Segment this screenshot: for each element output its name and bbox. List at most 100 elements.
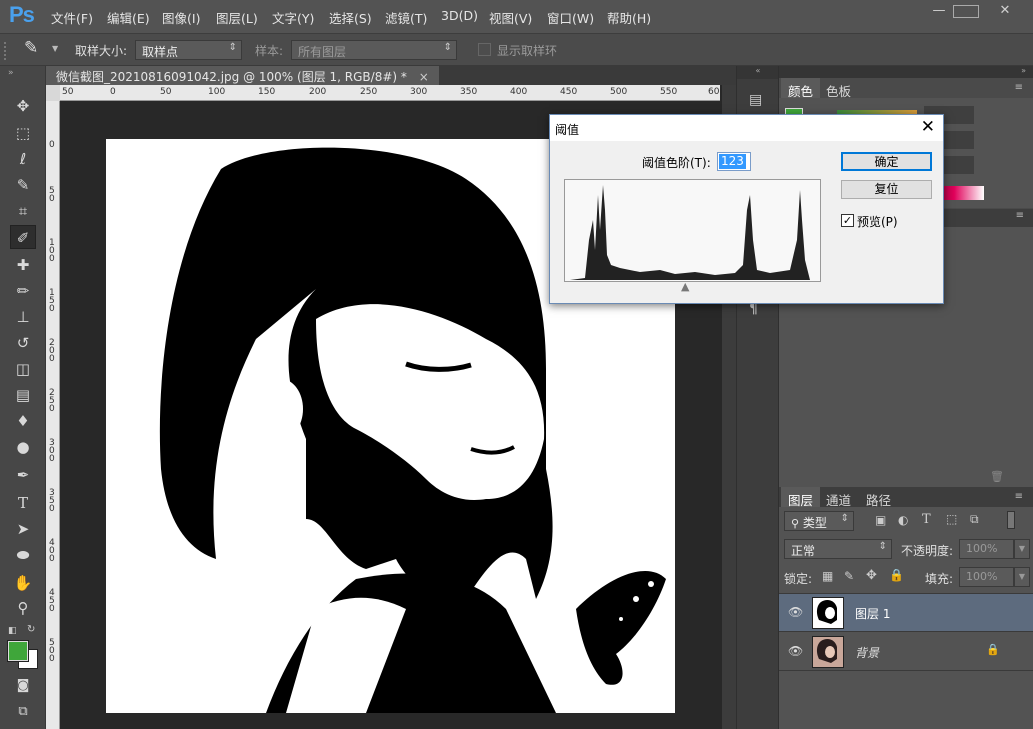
visibility-eye-icon[interactable]: 👁: [788, 605, 803, 619]
fill-value: 100%: [966, 570, 998, 583]
tab-layers[interactable]: 图层: [781, 487, 821, 508]
pen-tool-icon[interactable]: ✒: [10, 463, 36, 487]
clone-stamp-tool-icon[interactable]: ⊥: [10, 305, 36, 329]
healing-brush-tool-icon[interactable]: ✚: [10, 253, 36, 277]
panel-menu-icon[interactable]: ≡: [1016, 210, 1024, 221]
lock-all-icon[interactable]: 🔒: [889, 568, 904, 582]
gradient-tool-icon[interactable]: ▤: [10, 383, 36, 407]
close-document-button[interactable]: ×: [419, 70, 429, 84]
filter-toggle[interactable]: [1007, 511, 1015, 529]
marquee-tool-icon[interactable]: ⬚: [10, 121, 36, 145]
panel-menu-icon[interactable]: ≡: [1015, 491, 1023, 502]
menu-select[interactable]: 选择(S): [329, 8, 372, 27]
trash-icon[interactable]: 🗑: [990, 470, 1004, 483]
preview-label: 预览(P): [857, 215, 898, 229]
blend-mode-select[interactable]: 正常 ⇕: [784, 539, 892, 559]
vertical-ruler: 0 50 100 150 200 250 300 350 400 450 500: [46, 101, 60, 729]
type-tool-icon[interactable]: T: [10, 491, 36, 515]
lock-position-icon[interactable]: ✥: [866, 568, 877, 583]
grip-icon: [4, 42, 8, 60]
filter-shape-icon[interactable]: ⬚: [946, 512, 957, 526]
threshold-level-input[interactable]: 123: [717, 152, 751, 171]
swap-colors-icon[interactable]: ↻: [27, 624, 35, 635]
layer-filter-select[interactable]: ⚲ 类型 ⇕: [784, 511, 854, 531]
menu-window[interactable]: 窗口(W): [547, 8, 594, 27]
preview-checkbox[interactable]: ✓: [841, 214, 854, 227]
select-arrows-icon: ⇕: [878, 541, 887, 552]
lasso-tool-icon[interactable]: ℓ: [10, 147, 36, 171]
blur-tool-icon[interactable]: ♦: [10, 409, 36, 433]
tab-channels[interactable]: 通道: [819, 487, 858, 508]
fill-input[interactable]: 100% ▼: [959, 567, 1030, 587]
fill-dropdown-icon[interactable]: ▼: [1014, 567, 1030, 587]
tab-swatches[interactable]: 色板: [819, 78, 858, 99]
collapse-strip-icon[interactable]: «: [737, 66, 779, 79]
opacity-dropdown-icon[interactable]: ▼: [1014, 539, 1030, 559]
close-window-button[interactable]: ✕: [986, 4, 1024, 19]
visibility-eye-icon[interactable]: 👁: [788, 644, 803, 658]
menu-edit[interactable]: 编辑(E): [107, 8, 150, 27]
tool-preset-chevron-icon[interactable]: ▼: [52, 44, 58, 53]
show-ring-checkbox[interactable]: [478, 43, 491, 56]
document-tab[interactable]: 微信截图_20210816091042.jpg @ 100% (图层 1, RG…: [46, 66, 439, 85]
tab-color[interactable]: 颜色: [781, 78, 821, 99]
menu-view[interactable]: 视图(V): [489, 8, 532, 27]
show-ring-label: 显示取样环: [497, 44, 558, 58]
quick-select-tool-icon[interactable]: ✎: [10, 173, 36, 197]
zoom-tool-icon[interactable]: ⚲: [10, 596, 36, 620]
opacity-input[interactable]: 100% ▼: [959, 539, 1030, 559]
crop-tool-icon[interactable]: ⌗: [10, 199, 36, 223]
layer-name[interactable]: 背景: [855, 644, 879, 661]
foreground-color-swatch[interactable]: [8, 641, 28, 661]
dodge-tool-icon[interactable]: ●: [10, 435, 36, 459]
eraser-tool-icon[interactable]: ◫: [10, 357, 36, 381]
path-selection-tool-icon[interactable]: ➤: [10, 517, 36, 541]
menu-3d[interactable]: 3D(D): [441, 8, 478, 23]
screen-mode-icon[interactable]: ⧉: [10, 700, 36, 724]
filter-smart-object-icon[interactable]: ⧉: [970, 512, 979, 527]
sample-size-select[interactable]: 取样点 ⇕: [135, 40, 242, 60]
quick-mask-icon[interactable]: ◙: [10, 674, 36, 698]
threshold-histogram[interactable]: [564, 179, 821, 282]
history-brush-tool-icon[interactable]: ↺: [10, 331, 36, 355]
collapse-panels-icon[interactable]: »: [1021, 66, 1026, 75]
menu-filter[interactable]: 滤镜(T): [385, 8, 427, 27]
layer-thumbnail: [812, 636, 844, 668]
menu-layer[interactable]: 图层(L): [216, 8, 258, 27]
move-tool-icon[interactable]: ✥: [10, 94, 36, 118]
sample-select[interactable]: 所有图层 ⇕: [291, 40, 457, 60]
sample-label: 样本:: [255, 44, 284, 58]
history-panel-icon[interactable]: ▤: [749, 92, 762, 108]
menu-type[interactable]: 文字(Y): [272, 8, 314, 27]
layer-row[interactable]: 👁 背景 🔒: [779, 633, 1033, 671]
ruler-origin[interactable]: [46, 85, 60, 101]
menu-file[interactable]: 文件(F): [51, 8, 93, 27]
select-arrows-icon: ⇕: [228, 42, 237, 53]
hand-tool-icon[interactable]: ✋: [10, 571, 36, 595]
ok-button[interactable]: 确定: [841, 152, 932, 171]
eyedropper-tool-icon[interactable]: ✐: [10, 225, 36, 249]
menu-image[interactable]: 图像(I): [162, 8, 200, 27]
threshold-slider-handle[interactable]: ▲: [681, 280, 689, 293]
eyedropper-tool-icon[interactable]: ✎: [24, 38, 38, 58]
layer-row[interactable]: 👁 图层 1: [779, 594, 1033, 632]
layer-name[interactable]: 图层 1: [855, 605, 890, 622]
reset-button[interactable]: 复位: [841, 180, 932, 199]
filter-pixel-icon[interactable]: ▣: [875, 513, 886, 527]
dialog-close-icon[interactable]: ✕: [921, 117, 935, 137]
panel-menu-icon[interactable]: ≡: [1015, 82, 1023, 93]
filter-type-icon[interactable]: T: [922, 512, 931, 527]
restore-button[interactable]: [953, 5, 979, 18]
photoshop-logo: Ps: [9, 2, 35, 27]
lock-image-icon[interactable]: ✎: [844, 569, 854, 583]
ruler-label: 100: [49, 238, 55, 264]
brush-tool-icon[interactable]: ✏: [10, 279, 36, 303]
menu-help[interactable]: 帮助(H): [607, 8, 651, 27]
minimize-button[interactable]: —: [926, 4, 952, 19]
tab-paths[interactable]: 路径: [859, 487, 898, 508]
default-colors-icon[interactable]: ◧: [8, 626, 17, 636]
collapse-icon[interactable]: »: [8, 68, 14, 78]
ellipse-tool-icon[interactable]: ⬬: [10, 543, 36, 567]
filter-adjustment-icon[interactable]: ◐: [898, 513, 908, 527]
lock-transparent-icon[interactable]: ▦: [822, 569, 833, 583]
